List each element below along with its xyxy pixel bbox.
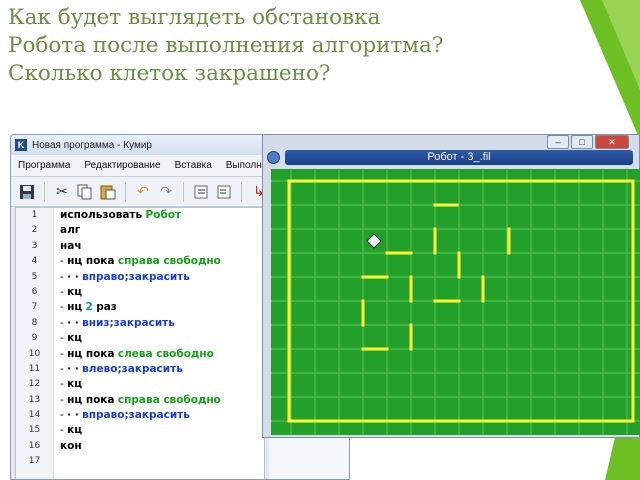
line-number: 6 xyxy=(31,286,38,297)
maximize-button[interactable]: □ xyxy=(571,135,593,149)
toolbar-separator xyxy=(125,181,126,202)
code-line-12[interactable]: - кц xyxy=(60,377,264,392)
indent-icon[interactable] xyxy=(191,182,211,202)
code-line-9[interactable]: - кц xyxy=(60,331,264,346)
code-line-7[interactable]: - нц 2 раз xyxy=(60,300,264,315)
line-number: 4 xyxy=(31,256,38,267)
line-number: 17 xyxy=(28,456,41,467)
code-line-11[interactable]: - · · влево;закрасить xyxy=(60,362,264,377)
cut-icon[interactable]: ✂ xyxy=(52,182,72,202)
code-line-4[interactable]: - нц пока справа свободно xyxy=(60,254,264,269)
code-command: вниз;закрасить xyxy=(82,316,175,329)
code-line-3[interactable]: нач xyxy=(60,239,264,254)
code-indent: · · xyxy=(67,362,79,375)
code-keyword: кц xyxy=(67,378,83,391)
line-number: 10 xyxy=(28,348,41,359)
undo-icon[interactable]: ↶ xyxy=(133,182,153,202)
paste-icon[interactable] xyxy=(98,182,118,202)
code-condition: слева свободно xyxy=(117,347,214,360)
code-editor[interactable]: 1 2 3 4 5 6 7 8 9 10 11 12 13 14 15 16 1… xyxy=(15,207,265,479)
close-button[interactable]: ✕ xyxy=(595,135,629,149)
redo-icon[interactable]: ↷ xyxy=(156,182,176,202)
line-number: 5 xyxy=(31,271,38,282)
code-indent: · · xyxy=(67,316,79,329)
code-condition: справа свободно xyxy=(117,393,221,406)
editor-title: Новая программа - Кумир xyxy=(32,139,152,151)
code-keyword: нц пока xyxy=(67,347,115,360)
code-module: Робот xyxy=(145,209,182,221)
toolbar-separator xyxy=(241,181,242,202)
menu-program[interactable]: Программа xyxy=(11,160,77,171)
code-keyword: нц пока xyxy=(67,393,115,406)
code-line-14[interactable]: - · · вправо;закрасить xyxy=(60,408,264,423)
line-number: 8 xyxy=(31,317,38,328)
kumir-app-icon: K xyxy=(15,139,27,151)
code-line-6[interactable]: - кц xyxy=(60,285,264,300)
code-line-15[interactable]: - кц xyxy=(60,423,264,438)
line-number: 13 xyxy=(28,394,41,405)
robot-field[interactable] xyxy=(271,169,640,435)
line-number: 11 xyxy=(28,363,41,374)
code-keyword: кц xyxy=(67,332,83,345)
code-command: вправо;закрасить xyxy=(82,409,190,422)
code-line-17[interactable] xyxy=(60,454,264,469)
menu-insert[interactable]: Вставка xyxy=(168,160,219,171)
line-number: 16 xyxy=(28,440,41,451)
code-keyword: кц xyxy=(67,285,83,298)
line-number: 14 xyxy=(28,410,41,421)
code-line-16[interactable]: кон xyxy=(60,439,264,454)
copy-icon[interactable] xyxy=(75,182,95,202)
code-lines: использовать Робот алг нач - нц пока спр… xyxy=(54,208,264,479)
line-number: 3 xyxy=(31,240,38,251)
code-line-5[interactable]: - · · вправо;закрасить xyxy=(60,270,264,285)
line-number: 15 xyxy=(28,425,41,436)
question-text: Как будет выглядеть обстановка Робота по… xyxy=(8,4,528,88)
code-keyword: раз xyxy=(96,301,117,314)
code-keyword: кц xyxy=(67,424,83,437)
toolbar-separator xyxy=(44,181,45,202)
code-line-1[interactable]: использовать Робот xyxy=(60,208,264,223)
robot-window-title[interactable]: Робот - 3_.fil xyxy=(285,150,633,165)
window-buttons: – □ ✕ xyxy=(547,135,629,149)
question-line-2: Робота после выполнения алгоритма? xyxy=(8,33,444,58)
question-line-3: Сколько клеток закрашено? xyxy=(8,61,331,86)
code-indent: · · xyxy=(67,409,79,422)
code-line-8[interactable]: - · · вниз;закрасить xyxy=(60,316,264,331)
robot-app-icon xyxy=(267,151,280,164)
code-indent: · · xyxy=(67,270,79,283)
line-number: 12 xyxy=(28,379,41,390)
line-number: 9 xyxy=(31,333,38,344)
code-keyword: нц пока xyxy=(67,255,115,268)
code-keyword: кон xyxy=(60,439,82,452)
robot-window: – □ ✕ Робот - 3_.fil xyxy=(262,134,640,438)
code-number: 2 xyxy=(85,301,93,314)
decor-triangle xyxy=(602,0,640,90)
code-condition: справа свободно xyxy=(117,255,221,268)
toolbar-separator xyxy=(183,181,184,202)
code-keyword: нач xyxy=(60,239,82,252)
menu-edit[interactable]: Редактирование xyxy=(77,160,167,171)
code-keyword: использовать xyxy=(60,209,143,221)
code-command: вправо;закрасить xyxy=(82,270,190,283)
code-keyword: нц xyxy=(67,301,83,314)
line-number: 7 xyxy=(31,302,38,313)
question-line-1: Как будет выглядеть обстановка xyxy=(8,5,381,30)
code-line-10[interactable]: - нц пока слева свободно xyxy=(60,347,264,362)
code-keyword: алг xyxy=(60,224,81,237)
line-number: 2 xyxy=(31,225,38,236)
code-command: влево;закрасить xyxy=(82,362,183,375)
minimize-button[interactable]: – xyxy=(547,135,569,149)
save-icon[interactable] xyxy=(17,182,37,202)
code-line-13[interactable]: - нц пока справа свободно xyxy=(60,393,264,408)
code-line-2[interactable]: алг xyxy=(60,223,264,238)
line-number-gutter: 1 2 3 4 5 6 7 8 9 10 11 12 13 14 15 16 1… xyxy=(16,208,54,479)
line-number: 1 xyxy=(31,210,38,220)
unindent-icon[interactable] xyxy=(214,182,234,202)
